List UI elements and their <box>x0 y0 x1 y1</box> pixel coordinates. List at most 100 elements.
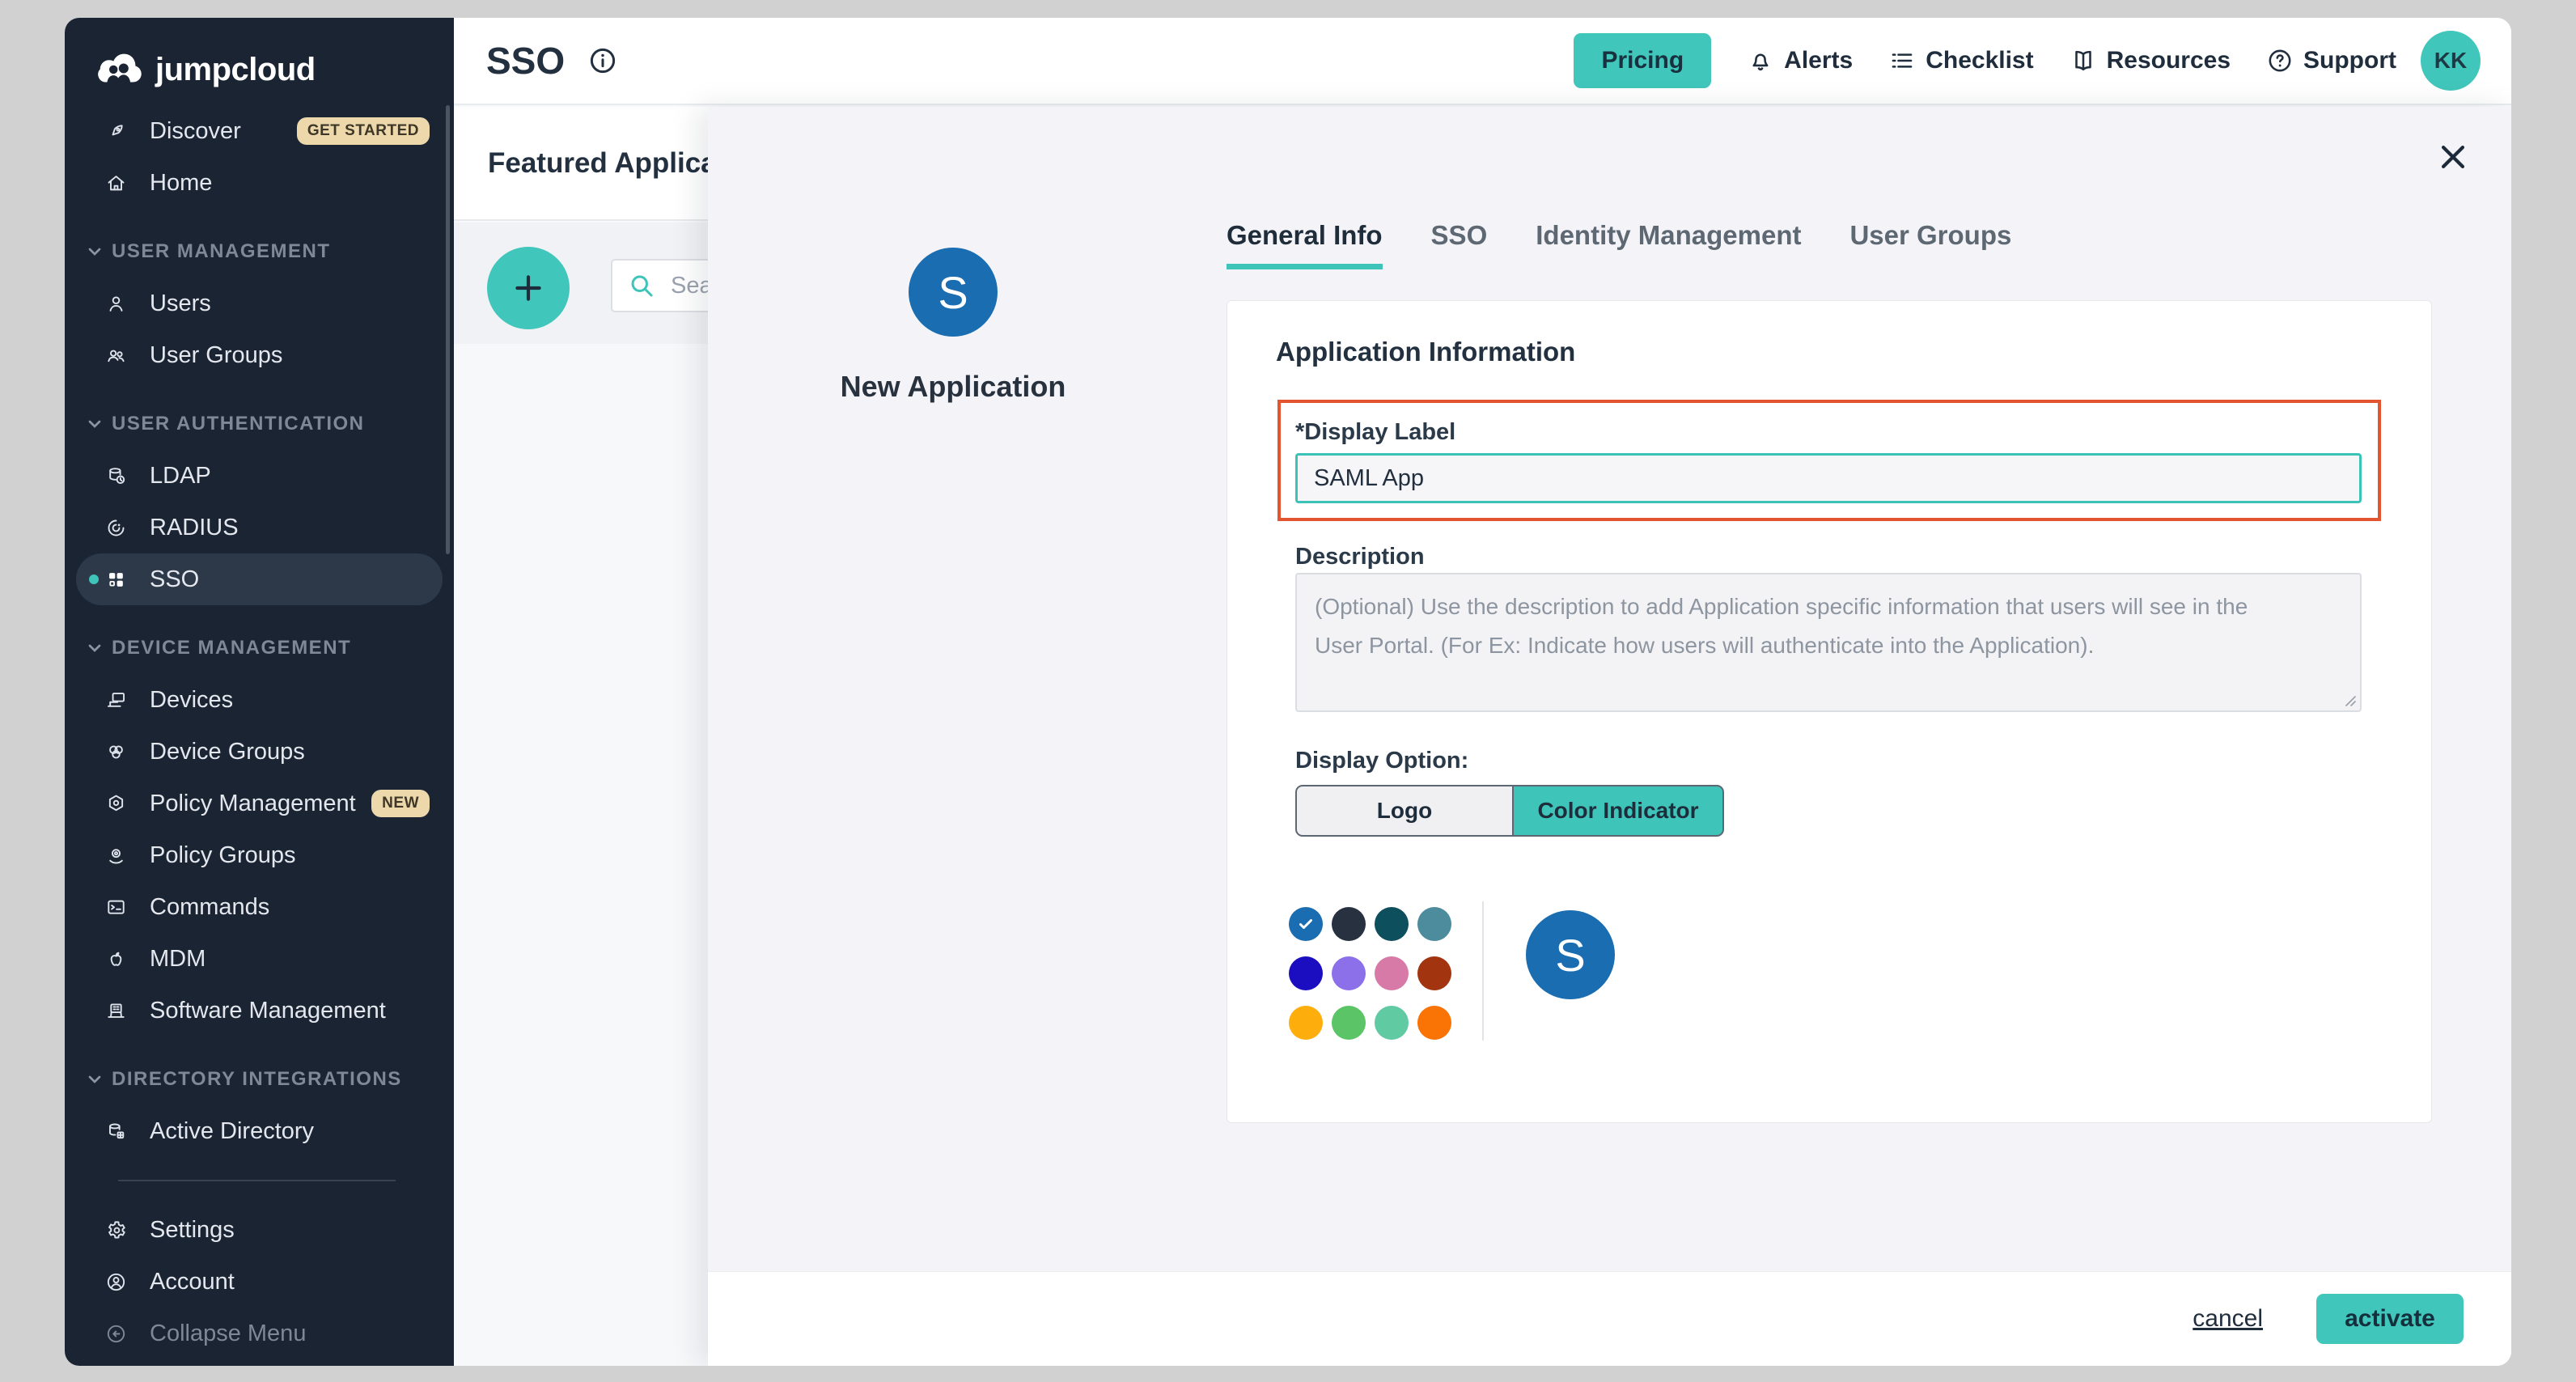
sidebar-scrollbar[interactable] <box>446 105 450 554</box>
sidebar-section-user-authentication[interactable]: USER AUTHENTICATION <box>76 398 443 450</box>
ldap-database-icon <box>105 465 127 487</box>
sidebar-item-label: SSO <box>150 566 199 593</box>
color-swatch[interactable] <box>1332 907 1366 941</box>
sidebar-item-label: MDM <box>150 946 205 973</box>
sidebar-item-account[interactable]: Account <box>76 1256 443 1308</box>
jumpcloud-logo[interactable]: jumpcloud <box>94 47 454 92</box>
close-button[interactable] <box>2435 139 2471 175</box>
support-button[interactable]: Support <box>2266 47 2396 74</box>
sidebar-item-home[interactable]: Home <box>76 157 443 209</box>
sidebar-item-mdm[interactable]: MDM <box>76 933 443 985</box>
display-label-input[interactable] <box>1295 453 2362 503</box>
sidebar-nav: Discover GET STARTED Home USER MANAGEMEN… <box>65 105 454 1359</box>
sidebar-item-user-groups[interactable]: User Groups <box>76 329 443 381</box>
sidebar-item-label: Software Management <box>150 998 386 1024</box>
alerts-button[interactable]: Alerts <box>1747 47 1853 74</box>
sidebar-item-label: Users <box>150 290 211 317</box>
policy-groups-icon <box>105 845 127 867</box>
color-swatch-selected[interactable] <box>1289 907 1323 941</box>
application-information-card: Application Information *Display Label D… <box>1227 300 2432 1123</box>
color-swatch[interactable] <box>1289 1006 1323 1040</box>
color-swatch[interactable] <box>1375 1006 1409 1040</box>
description-field-wrap <box>1295 573 2362 712</box>
user-icon <box>105 293 127 315</box>
rocket-icon <box>105 121 127 142</box>
page-title: SSO <box>486 39 565 83</box>
radius-icon <box>105 517 127 539</box>
color-indicator-option-button[interactable]: Color Indicator <box>1512 785 1724 837</box>
tab-user-groups[interactable]: User Groups <box>1849 220 2011 269</box>
cancel-button[interactable]: cancel <box>2193 1305 2263 1333</box>
sidebar-item-radius[interactable]: RADIUS <box>76 502 443 553</box>
color-swatch[interactable] <box>1417 1006 1451 1040</box>
user-avatar[interactable]: KK <box>2421 31 2481 91</box>
get-started-badge: GET STARTED <box>297 117 430 145</box>
color-swatch-grid <box>1289 907 1451 1040</box>
sidebar-item-collapse-menu[interactable]: Collapse Menu <box>76 1308 443 1359</box>
sidebar-item-device-groups[interactable]: Device Groups <box>76 726 443 778</box>
resources-button[interactable]: Resources <box>2070 47 2231 74</box>
color-swatch[interactable] <box>1375 907 1409 941</box>
color-swatch[interactable] <box>1417 956 1451 990</box>
sidebar-item-policy-groups[interactable]: Policy Groups <box>76 829 443 881</box>
resize-grip-icon[interactable] <box>2342 693 2357 707</box>
sidebar-item-commands[interactable]: Commands <box>76 881 443 933</box>
search-icon <box>627 271 656 300</box>
jumpcloud-cloud-icon <box>94 50 144 90</box>
color-swatch[interactable] <box>1289 956 1323 990</box>
modal-footer: cancel activate <box>708 1271 2511 1366</box>
main-area: SSO Pricing Alerts Checklist Resources <box>454 18 2511 1366</box>
sidebar-item-settings[interactable]: Settings <box>76 1204 443 1256</box>
tab-identity-management[interactable]: Identity Management <box>1536 220 1801 269</box>
pricing-button[interactable]: Pricing <box>1574 33 1711 88</box>
color-swatch[interactable] <box>1375 956 1409 990</box>
sidebar-item-sso[interactable]: SSO <box>76 553 443 605</box>
sidebar-item-label: User Groups <box>150 342 282 369</box>
chevron-down-icon <box>87 417 102 431</box>
sidebar-item-label: Active Directory <box>150 1118 314 1145</box>
description-textarea[interactable] <box>1295 573 2362 712</box>
tab-sso[interactable]: SSO <box>1431 220 1488 269</box>
tab-general-info[interactable]: General Info <box>1227 220 1383 269</box>
sidebar-item-ldap[interactable]: LDAP <box>76 450 443 502</box>
sidebar-item-discover[interactable]: Discover GET STARTED <box>76 105 443 157</box>
new-application-panel: S New Application General Info SSO Ident… <box>708 107 2511 1366</box>
account-icon <box>105 1271 127 1293</box>
chevron-down-icon <box>87 244 102 259</box>
color-swatch[interactable] <box>1332 1006 1366 1040</box>
modal-tabs: General Info SSO Identity Management Use… <box>1227 220 2011 269</box>
card-title: Application Information <box>1276 337 1575 367</box>
app-window: jumpcloud Discover GET STARTED Home USER… <box>65 18 2511 1366</box>
sidebar-item-label: Home <box>150 170 212 197</box>
sidebar-item-software-management[interactable]: Software Management <box>76 985 443 1036</box>
color-swatch[interactable] <box>1417 907 1451 941</box>
info-icon[interactable] <box>587 45 618 76</box>
sidebar-divider <box>118 1180 396 1181</box>
sidebar-item-policy-management[interactable]: Policy Management NEW <box>76 778 443 829</box>
sidebar-section-user-management[interactable]: USER MANAGEMENT <box>76 226 443 278</box>
sidebar-section-directory-integrations[interactable]: DIRECTORY INTEGRATIONS <box>76 1053 443 1105</box>
sidebar-item-users[interactable]: Users <box>76 278 443 329</box>
checklist-button[interactable]: Checklist <box>1888 47 2033 74</box>
sidebar-section-device-management[interactable]: DEVICE MANAGEMENT <box>76 622 443 674</box>
color-swatch[interactable] <box>1332 956 1366 990</box>
sidebar-item-label: Commands <box>150 894 269 921</box>
commands-terminal-icon <box>105 897 127 918</box>
checklist-icon <box>1888 47 1916 74</box>
sidebar-item-label: Policy Management <box>150 791 356 817</box>
logo-option-button[interactable]: Logo <box>1295 785 1512 837</box>
device-groups-icon <box>105 741 127 763</box>
collapse-arrow-icon <box>105 1323 127 1345</box>
add-application-button[interactable] <box>487 247 570 329</box>
devices-icon <box>105 689 127 711</box>
active-directory-icon <box>105 1121 127 1142</box>
user-group-icon <box>105 345 127 367</box>
sidebar-item-active-directory[interactable]: Active Directory <box>76 1105 443 1157</box>
sidebar-item-label: LDAP <box>150 463 211 490</box>
sidebar-item-devices[interactable]: Devices <box>76 674 443 726</box>
sidebar: jumpcloud Discover GET STARTED Home USER… <box>65 18 454 1366</box>
display-option-label: Display Option: <box>1295 748 1468 774</box>
sidebar-item-label: Collapse Menu <box>150 1321 306 1347</box>
activate-button[interactable]: activate <box>2316 1294 2464 1344</box>
software-management-icon <box>105 1000 127 1022</box>
